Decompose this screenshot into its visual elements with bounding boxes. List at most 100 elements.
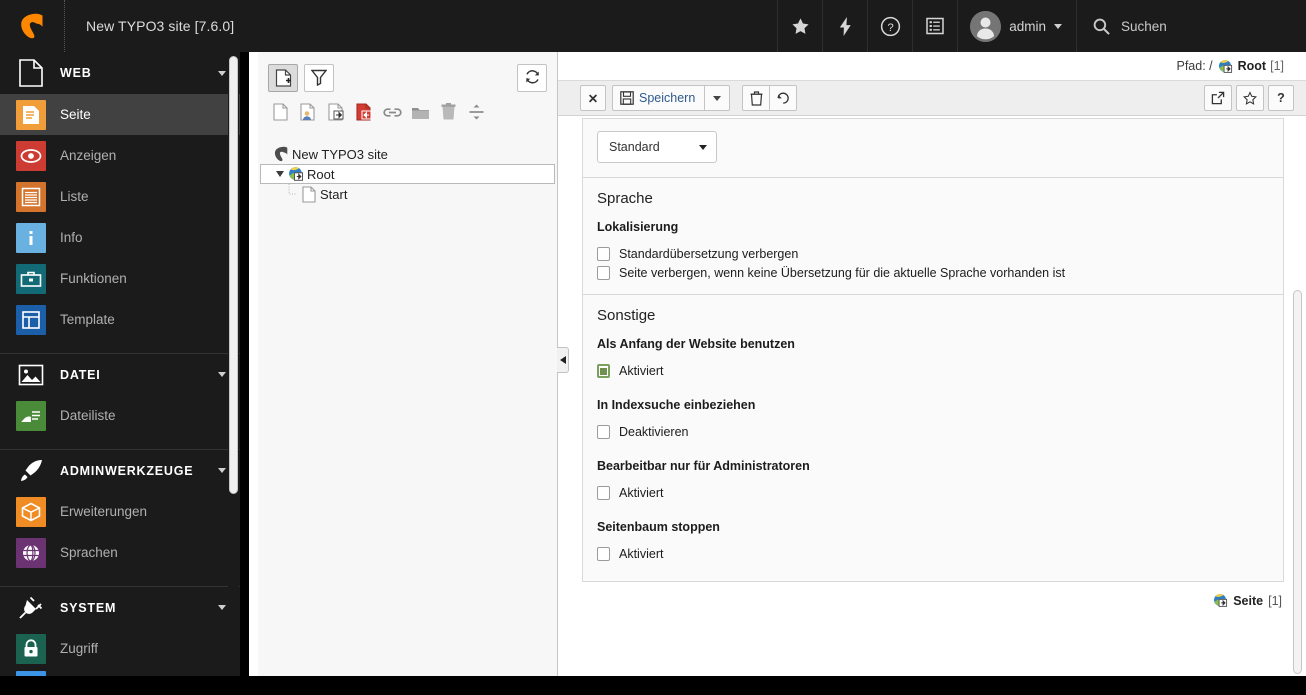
checkbox-label: Standardübersetzung verbergen [619,247,799,261]
tree-node-label: Root [307,166,335,182]
clear-cache-bolt-icon[interactable] [822,0,867,52]
triangle-down-icon [276,171,284,177]
sidebar-item-info[interactable]: Info [0,217,240,258]
refresh-icon[interactable] [517,63,547,92]
checkbox-row[interactable]: Aktiviert [597,364,1269,378]
checkbox-standarduebersetzung-verbergen[interactable] [597,247,610,261]
checkbox-row[interactable]: Aktiviert [597,547,1269,561]
help-question-icon[interactable]: ? [867,0,912,52]
refresh-glyph [525,70,539,84]
new-link-drag-icon[interactable] [379,100,405,124]
languages-globe-icon [16,537,46,568]
tree-node-site-root[interactable]: New TYPO3 site [258,144,557,164]
chevron-down-icon [218,70,226,76]
sidebar-scrollbar-thumb[interactable] [229,56,238,494]
typo3-logo-icon [21,13,43,39]
new-separator-drag-icon[interactable] [463,100,489,124]
bookmark-button[interactable] [1236,85,1264,111]
avatar-person-icon [970,10,1002,42]
content-scrollbar-thumb[interactable] [1293,290,1302,674]
checkbox-seite-verbergen-ohne-uebersetzung[interactable] [597,266,610,280]
section-sprache: Sprache Lokalisierung Standardübersetzun… [582,178,1284,295]
filter-funnel-icon[interactable] [304,63,334,92]
checkbox-seitenbaum-stoppen-aktiviert[interactable] [597,547,610,561]
sidebar-group-label: DATEI [60,367,101,382]
sidebar-item-dateiliste[interactable]: Dateiliste [0,395,240,436]
template-layout-icon [16,304,46,335]
field-label-bearbeitbar-nur-admins: Bearbeitbar nur für Administratoren [597,459,810,473]
funnel-glyph [311,69,327,86]
sidebar-item-cutoff[interactable] [0,669,240,676]
new-page-icon[interactable] [268,63,298,92]
checkbox-als-anfang-der-website-aktiviert[interactable] [597,364,610,378]
breadcrumb: Pfad: / Root [1] [558,52,1306,80]
sidebar-group-web[interactable]: WEB [0,52,240,94]
sidebar-item-zugriff[interactable]: Zugriff [0,628,240,669]
global-search[interactable]: Suchen [1076,0,1306,52]
view-eye-icon [16,140,46,171]
save-button[interactable]: Speichern [612,85,706,111]
sidebar-item-seite[interactable]: Seite [0,94,240,135]
sidebar-item-label: Dateiliste [60,408,116,423]
tree-expand-toggle[interactable] [273,171,287,177]
bookmarks-star-icon[interactable] [777,0,822,52]
delete-trash-drag-icon[interactable] [435,100,461,124]
sidebar-item-template[interactable]: Template [0,299,240,340]
document-toolbar-right: ? [1204,85,1294,111]
checkbox-label: Seite verbergen, wenn keine Übersetzung … [619,266,1066,280]
new-page-user-drag-icon[interactable] [295,100,321,124]
search-icon [1093,18,1110,35]
checkbox-row[interactable]: Aktiviert [597,486,1269,500]
tree-node-start[interactable]: Start [258,184,557,204]
save-options-dropdown[interactable] [704,85,731,111]
sidebar-item-funktionen[interactable]: Funktionen [0,258,240,299]
checkbox-row[interactable]: Deaktivieren [597,425,1269,439]
user-menu[interactable]: admin [957,0,1076,52]
module-sidebar[interactable]: WEB Seite Anzeigen Liste Info Funktionen… [0,52,240,676]
checkbox-bearbeitbar-nur-admins-aktiviert[interactable] [597,486,610,500]
typo3-site-root-icon [272,146,290,162]
checkbox-indexsuche-deaktivieren[interactable] [597,425,610,439]
document-toolbar: ✕ Speichern ? [558,80,1306,116]
undo-button[interactable] [769,85,798,111]
caret-down-icon [713,95,722,101]
form-footer-label: Seite [1233,593,1264,608]
tree-node-label: Start [320,186,348,202]
sidebar-item-erweiterungen[interactable]: Erweiterungen [0,491,240,532]
sidebar-group-adminwerkzeuge[interactable]: ADMINWERKZEUGE [0,449,240,491]
sidebar-group-system[interactable]: SYSTEM [0,586,240,628]
globe-mountpoint-icon [1213,593,1228,608]
tree-node-root[interactable]: Root [260,164,555,184]
section-title: Sprache [597,190,653,207]
delete-button[interactable] [742,85,771,111]
sidebar-group-datei[interactable]: DATEI [0,353,240,395]
content-scrollbar[interactable] [1293,290,1304,674]
close-button[interactable]: ✕ [580,85,606,111]
search-input-label: Suchen [1121,18,1167,34]
page-doc-icon [16,58,46,88]
language-select[interactable]: Standard [597,131,717,163]
sidebar-item-anzeigen[interactable]: Anzeigen [0,135,240,176]
new-page-shortcut-drag-icon[interactable] [323,100,349,124]
checkbox-check-mark [600,367,607,375]
list-log-icon[interactable] [912,0,957,52]
open-in-new-window-button[interactable] [1204,85,1232,111]
new-page-drag-icon[interactable] [267,100,293,124]
sidebar-group-label: WEB [60,66,92,80]
tree-collapse-handle[interactable] [557,347,569,373]
sidebar-item-liste[interactable]: Liste [0,176,240,217]
chevron-down-icon [218,605,226,610]
typo3-logo[interactable] [0,0,65,52]
checkbox-row[interactable]: Standardübersetzung verbergen [597,247,1269,261]
new-page-mountpoint-drag-icon[interactable] [351,100,377,124]
sidebar-item-label: Zugriff [60,641,99,656]
new-folder-drag-icon[interactable] [407,100,433,124]
sidebar-scrollbar[interactable] [228,54,239,676]
language-select-value: Standard [609,140,660,154]
new-page-glyph [275,68,291,87]
rocket-icon [16,456,46,486]
help-button[interactable]: ? [1268,85,1294,111]
globe-mountpoint-icon [287,166,305,182]
checkbox-row[interactable]: Seite verbergen, wenn keine Übersetzung … [597,266,1269,280]
sidebar-item-sprachen[interactable]: Sprachen [0,532,240,573]
